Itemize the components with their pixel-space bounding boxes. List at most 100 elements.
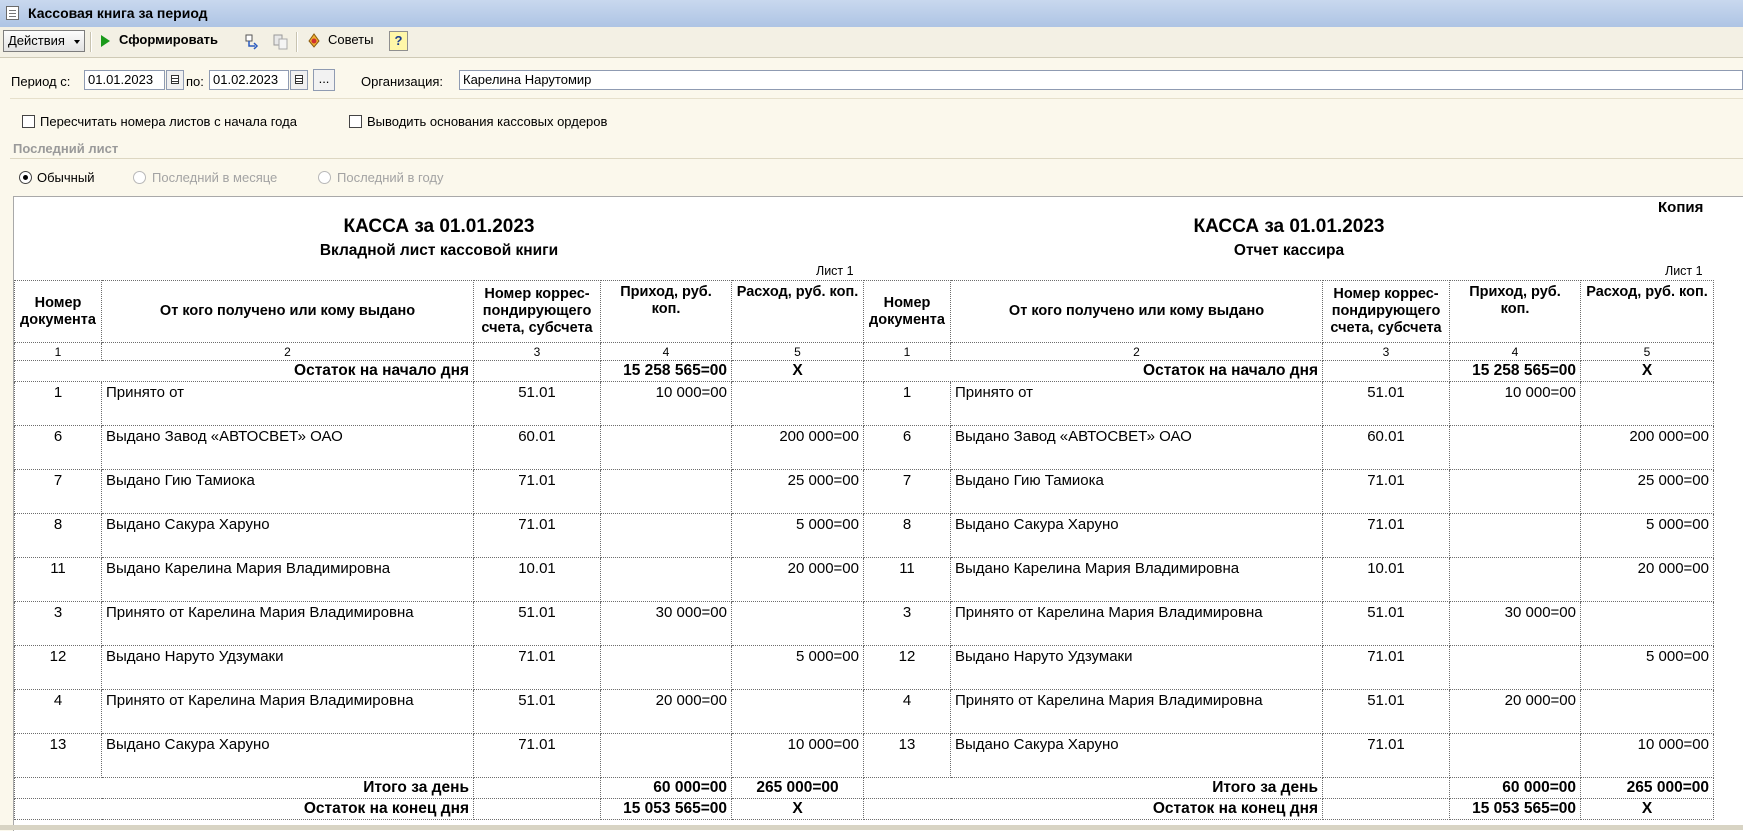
counterparty-cell: Выдано Гию Тамиока xyxy=(101,469,474,514)
document-icon xyxy=(6,6,19,20)
counterparty-cell: Выдано Сакура Харуно xyxy=(101,513,474,558)
expense-cell: 10 000=00 xyxy=(731,733,864,778)
counterparty-cell: Выдано Карелина Мария Владимировна xyxy=(101,557,474,602)
account-cell: 51.01 xyxy=(473,689,601,734)
period-to-input[interactable]: 01.02.2023 xyxy=(209,70,289,90)
counterparty-cell: Выдано Сакура Харуно xyxy=(101,733,474,778)
help-button[interactable]: ? xyxy=(389,31,408,51)
tips-icon xyxy=(308,33,320,48)
recalc-label: Пересчитать номера листов с начала года xyxy=(40,114,297,129)
opening-balance-row: Остаток на начало дня 15 258 565=00 X Ос… xyxy=(14,360,1714,382)
income-cell xyxy=(1449,557,1581,602)
horizontal-scrollbar[interactable] xyxy=(0,825,1743,830)
day-total-income: 60 000=00 xyxy=(1449,777,1581,799)
period-select-button[interactable]: ... xyxy=(313,69,335,91)
doc-number-cell: 6 xyxy=(863,425,951,470)
collapse-groups-icon[interactable] xyxy=(272,33,290,51)
header-cell: Номер документа xyxy=(863,280,951,343)
counterparty-cell: Принято от Карелина Мария Владимировна xyxy=(950,601,1323,646)
calendar-icon[interactable] xyxy=(290,70,308,90)
doc-number-cell: 13 xyxy=(863,733,951,778)
account-cell: 71.01 xyxy=(473,513,601,558)
header-cell: От кого получено или кому выдано xyxy=(950,280,1323,343)
counterparty-cell: Выдано Сакура Харуно xyxy=(950,733,1323,778)
empty-cell xyxy=(1322,798,1450,820)
group-divider xyxy=(10,158,1743,159)
account-cell: 71.01 xyxy=(1322,733,1450,778)
income-cell: 10 000=00 xyxy=(1449,381,1581,426)
expand-groups-icon[interactable] xyxy=(244,33,262,51)
income-cell xyxy=(600,733,732,778)
counterparty-cell: Выдано Сакура Харуно xyxy=(950,513,1323,558)
empty-cell xyxy=(473,777,601,799)
expense-cell: 200 000=00 xyxy=(731,425,864,470)
col-number: 4 xyxy=(1449,342,1581,361)
expense-cell xyxy=(1580,601,1714,646)
show-basis-checkbox[interactable] xyxy=(349,115,362,128)
table-row: 13 Выдано Сакура Харуно 71.01 10 000=00 13 Вы… xyxy=(14,733,1714,778)
table-row: 6 Выдано Завод «АВТОСВЕТ» ОАО 60.01 200 000… xyxy=(14,425,1714,470)
tips-button[interactable]: Советы xyxy=(306,30,386,52)
left-report-title: КАССА за 01.01.2023 xyxy=(343,216,535,237)
header-cell: Номер коррес-пондирующего счета, субсчет… xyxy=(1322,280,1450,343)
last-sheet-group-title: Последний лист xyxy=(13,141,119,156)
table-row: 12 Выдано Наруто Удзумаки 71.01 5 000=00 12 В… xyxy=(14,645,1714,690)
show-basis-label: Выводить основания кассовых ордеров xyxy=(367,114,608,129)
organization-input[interactable]: Карелина Нарутомир xyxy=(459,70,1743,90)
table-row: 11 Выдано Карелина Мария Владимировна 10.0… xyxy=(14,557,1714,602)
caret-down-icon xyxy=(74,40,80,44)
opening-label: Остаток на начало дня xyxy=(14,360,474,382)
generate-button[interactable]: Сформировать xyxy=(101,30,241,52)
header-cell: Приход, руб. коп. xyxy=(1449,280,1581,343)
account-cell: 71.01 xyxy=(1322,469,1450,514)
doc-number-cell: 11 xyxy=(863,557,951,602)
account-cell: 51.01 xyxy=(473,601,601,646)
period-from-input[interactable]: 01.01.2023 xyxy=(84,70,165,90)
header-cell: Расход, руб. коп. xyxy=(1580,280,1714,343)
expense-cell: 5 000=00 xyxy=(1580,513,1714,558)
header-cell: От кого получено или кому выдано xyxy=(101,280,474,343)
opening-income: 15 258 565=00 xyxy=(600,360,732,382)
col-number: 5 xyxy=(731,342,864,361)
income-cell xyxy=(600,557,732,602)
doc-number-cell: 11 xyxy=(14,557,102,602)
toolbar-separator xyxy=(90,32,92,52)
income-cell xyxy=(1449,469,1581,514)
account-cell: 51.01 xyxy=(1322,689,1450,734)
income-cell xyxy=(600,513,732,558)
radio-last-in-month[interactable] xyxy=(133,171,146,184)
header-row: Номер документа От кого получено или ком… xyxy=(14,280,1714,343)
actions-menu-button[interactable]: Действия xyxy=(3,30,85,52)
table-row: 7 Выдано Гию Тамиока 71.01 25 000=00 7 Выдано… xyxy=(14,469,1714,514)
counterparty-cell: Выдано Завод «АВТОСВЕТ» ОАО xyxy=(101,425,474,470)
income-cell: 10 000=00 xyxy=(600,381,732,426)
expense-cell xyxy=(731,689,864,734)
header-cell: Приход, руб. коп. xyxy=(600,280,732,343)
expense-cell: 25 000=00 xyxy=(731,469,864,514)
expense-cell: 200 000=00 xyxy=(1580,425,1714,470)
report-spreadsheet[interactable]: Копия КАССА за 01.01.2023 Вкладной лист … xyxy=(13,196,1743,831)
counterparty-cell: Выдано Карелина Мария Владимировна xyxy=(950,557,1323,602)
doc-number-cell: 6 xyxy=(14,425,102,470)
actions-label: Действия xyxy=(8,33,65,48)
recalc-checkbox[interactable] xyxy=(22,115,35,128)
toolbar-separator xyxy=(296,32,298,52)
header-cell: Номер документа xyxy=(14,280,102,343)
account-cell: 71.01 xyxy=(473,645,601,690)
opening-expense: X xyxy=(731,360,864,382)
radio-normal[interactable] xyxy=(19,171,32,184)
expense-cell: 20 000=00 xyxy=(731,557,864,602)
doc-number-cell: 3 xyxy=(863,601,951,646)
expense-cell xyxy=(1580,381,1714,426)
divider xyxy=(10,98,1743,99)
closing-label: Остаток на конец дня xyxy=(863,798,1323,820)
tips-label: Советы xyxy=(328,32,374,47)
counterparty-cell: Выдано Завод «АВТОСВЕТ» ОАО xyxy=(950,425,1323,470)
radio-last-in-year[interactable] xyxy=(318,171,331,184)
calendar-icon[interactable] xyxy=(166,70,184,90)
empty-cell xyxy=(1322,360,1450,382)
expense-cell: 5 000=00 xyxy=(731,645,864,690)
expense-cell: 5 000=00 xyxy=(731,513,864,558)
income-cell xyxy=(600,645,732,690)
col-number: 5 xyxy=(1580,342,1714,361)
